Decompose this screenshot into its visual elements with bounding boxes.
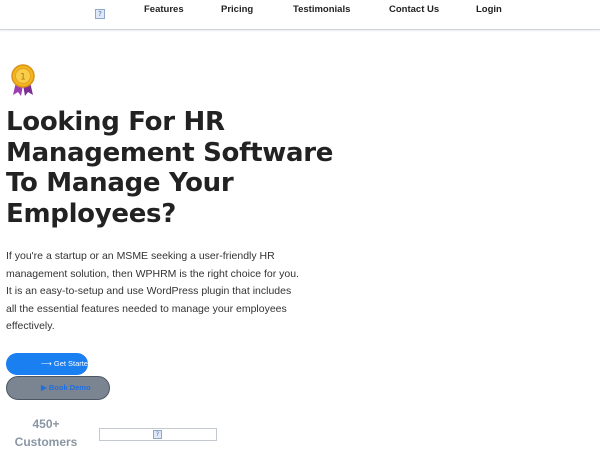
broken-image: ?: [99, 428, 217, 441]
broken-image-icon[interactable]: ?: [95, 9, 105, 19]
arrow-right-icon: ⟶: [41, 359, 52, 368]
broken-image-icon: ?: [153, 430, 162, 439]
badge-number: 1: [20, 73, 26, 83]
book-demo-label: Book Demo: [48, 383, 91, 392]
customer-label: Customers: [14, 435, 78, 449]
gold-medal-icon: 1: [10, 64, 36, 96]
nav-link-login[interactable]: Login: [476, 4, 502, 16]
get-started-label: Get Started: [53, 359, 88, 368]
headline-line-1: Looking For HR: [6, 107, 225, 137]
nav-link-contact-us[interactable]: Contact Us: [389, 4, 439, 16]
nav-link-pricing[interactable]: Pricing: [221, 4, 253, 16]
description-line-4: all the essential features needed to man…: [6, 302, 287, 315]
headline-line-4: Employees?: [6, 198, 177, 229]
play-icon: ▶: [41, 383, 47, 392]
customer-count: 450+: [32, 417, 60, 431]
headline-line-3: To Manage Your: [6, 168, 234, 198]
nav-link-testimonials[interactable]: Testimonials: [293, 4, 350, 16]
description-line-5: effectively.: [6, 320, 55, 333]
book-demo-button[interactable]: ▶ Book Demo: [6, 376, 110, 400]
headline-line-2: Management Software: [6, 137, 334, 168]
get-started-button[interactable]: ⟶ Get Started: [6, 353, 88, 375]
description-line-3: It is an easy-to-setup and use WordPress…: [6, 285, 292, 298]
nav-link-features[interactable]: Features: [144, 4, 184, 16]
top-nav: ? Features Pricing Testimonials Contact …: [0, 0, 600, 30]
description-line-1: If you're a startup or an MSME seeking a…: [6, 250, 275, 262]
page-title: Looking For HR Management Software To Ma…: [6, 107, 334, 229]
hero-description: If you're a startup or an MSME seeking a…: [6, 248, 306, 336]
description-line-2: management solution, then WPHRM is the r…: [6, 267, 299, 280]
